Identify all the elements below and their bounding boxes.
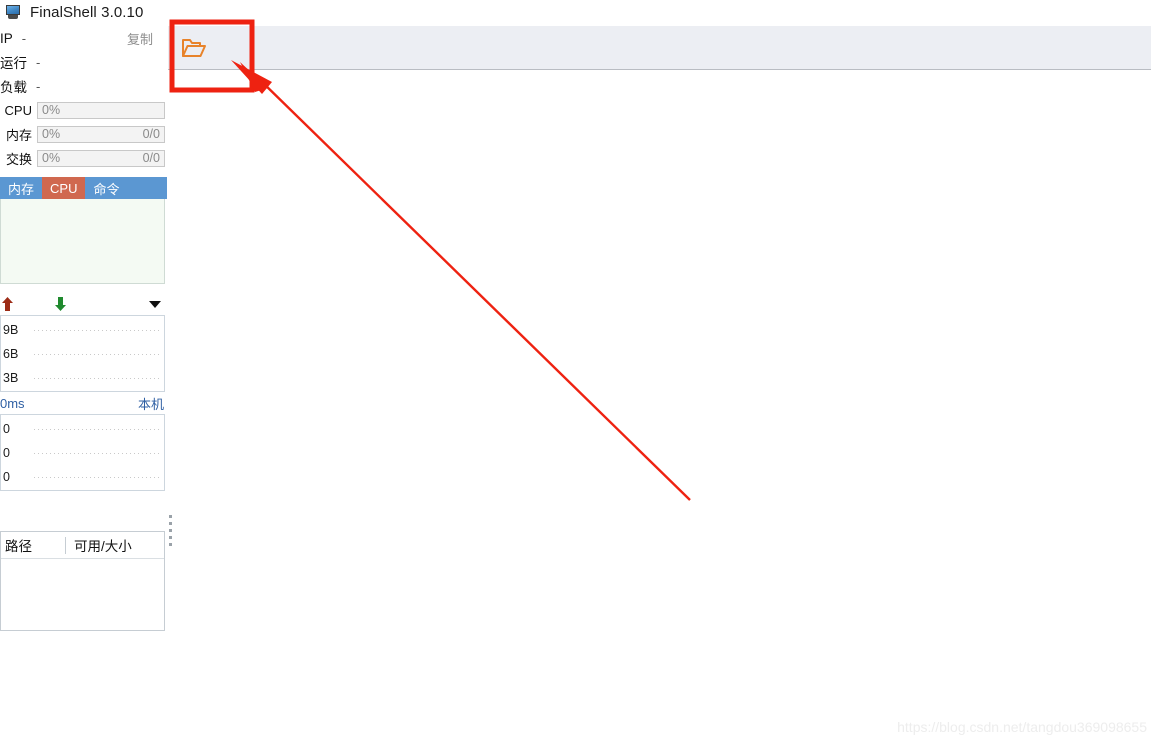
network-graph-yaxis: 9B 6B 3B: [1, 316, 33, 391]
meter-swap-detail: 0/0: [142, 151, 160, 165]
disk-usage-block: 路径 可用/大小: [0, 531, 167, 631]
network-traffic-graph: 9B 6B 3B: [0, 315, 165, 392]
network-ylabel-0: 9B: [3, 323, 19, 337]
open-folder-button[interactable]: [168, 26, 220, 69]
tab-memory[interactable]: 内存: [0, 177, 43, 199]
info-value-uptime: -: [36, 54, 41, 70]
disk-table-header: 路径 可用/大小: [1, 532, 164, 559]
ping-ylabel-2: 0: [3, 470, 10, 484]
arrow-up-icon: [2, 297, 13, 311]
annotation-overlay: [169, 19, 691, 501]
disk-usage-table: 路径 可用/大小: [0, 531, 165, 631]
ping-host: 本机: [137, 396, 164, 412]
network-monitor-block: 9B 6B 3B: [0, 293, 167, 392]
monitor-tabstrip: 内存 CPU 命令: [0, 177, 167, 199]
panel-splitter-handle[interactable]: [168, 515, 174, 547]
network-monitor-header: [0, 293, 167, 315]
tab-cpu[interactable]: CPU: [42, 177, 86, 199]
meter-row-cpu: CPU 0%: [0, 98, 167, 122]
network-ylabel-2: 3B: [3, 371, 19, 385]
info-label-ip: IP: [0, 30, 13, 46]
meter-swap: 0% 0/0: [37, 149, 165, 167]
meter-swap-percent: 0%: [42, 151, 61, 165]
info-row-ip: IP - 复制: [0, 26, 167, 50]
ping-graph-gridlines: [34, 415, 161, 490]
watermark-text: https://blog.csdn.net/tangdou369098655: [897, 719, 1147, 735]
meter-memory-detail: 0/0: [142, 127, 160, 141]
meter-label-swap: 交换: [5, 151, 32, 167]
info-row-uptime: 运行 -: [0, 50, 167, 74]
chevron-down-icon[interactable]: [148, 300, 162, 309]
meter-row-swap: 交换 0% 0/0: [0, 146, 167, 170]
ping-header: 0ms 本机: [0, 392, 167, 414]
meter-memory: 0% 0/0: [37, 125, 165, 143]
tab-command[interactable]: 命令: [85, 177, 128, 199]
ping-ylabel-1: 0: [3, 446, 10, 460]
ping-latency: 0ms: [0, 395, 25, 411]
disk-column-path: 路径: [5, 539, 32, 554]
info-label-load: 负载: [0, 80, 27, 95]
arrow-down-icon: [55, 297, 66, 311]
info-value-ip: -: [21, 30, 27, 46]
copy-ip-button[interactable]: 复制: [127, 29, 153, 48]
computer-monitor-icon: [4, 4, 22, 20]
info-row-load: 负载 -: [0, 74, 167, 98]
window-title: FinalShell 3.0.10: [30, 3, 144, 21]
meter-memory-percent: 0%: [42, 127, 61, 141]
meter-cpu-percent: 0%: [42, 103, 61, 117]
disk-column-available-size: 可用/大小: [74, 539, 132, 554]
ping-graph-yaxis: 0 0 0: [1, 415, 33, 490]
main-toolbar: [168, 26, 1151, 70]
network-ylabel-1: 6B: [3, 347, 19, 361]
meter-label-memory: 内存: [5, 127, 32, 143]
ping-latency-graph: 0 0 0: [0, 414, 165, 491]
window-titlebar: FinalShell 3.0.10: [0, 0, 1151, 24]
meter-label-cpu: CPU: [4, 102, 32, 118]
info-label-uptime: 运行: [0, 56, 27, 71]
ping-ylabel-0: 0: [3, 422, 10, 436]
meter-row-memory: 内存 0% 0/0: [0, 122, 167, 146]
annotation-arrow: [231, 60, 691, 501]
monitor-tab-panel: [0, 199, 165, 284]
ping-monitor-block: 0ms 本机 0 0 0: [0, 392, 167, 491]
network-graph-gridlines: [34, 316, 161, 391]
meter-cpu: 0%: [37, 101, 165, 119]
open-folder-icon: [182, 38, 206, 57]
info-value-load: -: [36, 78, 41, 94]
